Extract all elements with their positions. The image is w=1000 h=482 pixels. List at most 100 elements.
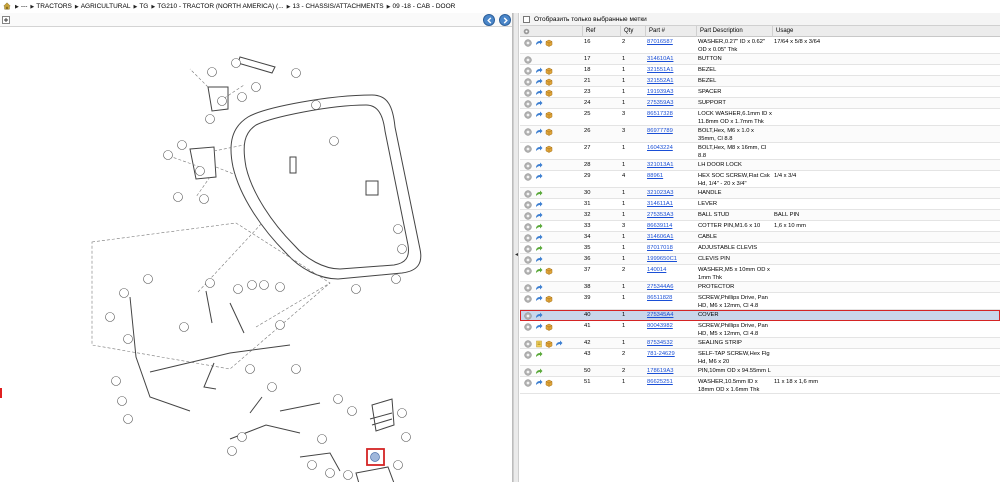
part-number-link[interactable]: 314610A1 [647, 56, 673, 64]
header-usage[interactable]: Usage [772, 26, 1000, 37]
info-icon[interactable] [524, 173, 532, 181]
info-icon[interactable] [524, 323, 532, 331]
part-number-link[interactable]: 16043224 [647, 145, 673, 153]
table-row[interactable]: 37 2 140014 WASHER,M5 x 10mm OD x 1mm Thk [520, 265, 1000, 282]
package-icon[interactable] [545, 78, 553, 86]
table-row[interactable]: 32 1 275353A3 BALL STUD BALL PIN [520, 210, 1000, 221]
table-row[interactable]: 30 1 321023A3 HANDLE [520, 188, 1000, 199]
part-number-link[interactable]: 1999650C1 [647, 256, 677, 264]
package-icon[interactable] [545, 67, 553, 75]
package-icon[interactable] [545, 111, 553, 119]
table-row[interactable]: 51 1 86625251 WASHER,10.5mm ID x 18mm OD x … [520, 377, 1000, 394]
replace-arrow-icon[interactable] [535, 190, 543, 198]
table-row[interactable]: 21 1 321552A1 BEZEL [520, 76, 1000, 87]
part-number-link[interactable]: 88961 [647, 173, 663, 181]
breadcrumb-item[interactable]: 09 -18 - CAB - DOOR [392, 3, 455, 10]
part-number-link[interactable]: 275344A6 [647, 284, 673, 292]
table-row[interactable]: 40 1 275345A4 COVER [520, 310, 1000, 321]
table-row[interactable]: 24 1 275359A3 SUPPORT [520, 98, 1000, 109]
part-number-link[interactable]: 321013A1 [647, 162, 673, 170]
part-number-link[interactable]: 275359A3 [647, 100, 673, 108]
replace-arrow-icon[interactable] [555, 340, 563, 348]
info-icon[interactable] [524, 212, 532, 220]
part-number-link[interactable]: 781-24629 [647, 351, 675, 359]
info-icon[interactable] [524, 56, 532, 64]
header-part-number[interactable]: Part # [645, 26, 696, 37]
part-number-link[interactable]: 86625251 [647, 379, 673, 387]
zoom-icon[interactable] [2, 16, 10, 24]
package-icon[interactable] [545, 295, 553, 303]
part-number-link[interactable]: 86511828 [647, 295, 672, 303]
part-number-link[interactable]: 191939A3 [647, 89, 673, 97]
replace-arrow-icon[interactable] [535, 111, 543, 119]
home-icon[interactable] [3, 2, 11, 10]
table-row[interactable]: 39 1 86511828 SCREW,Phillips Drive, Pan HD,… [520, 293, 1000, 310]
replace-arrow-icon[interactable] [535, 368, 543, 376]
replace-arrow-icon[interactable] [535, 223, 543, 231]
table-row[interactable]: 23 1 191939A3 SPACER [520, 87, 1000, 98]
table-row[interactable]: 27 1 16043224 BOLT,Hex, M8 x 16mm, Cl 8.8 [520, 143, 1000, 160]
breadcrumb-item[interactable]: --- [21, 3, 28, 10]
table-row[interactable]: 36 1 1999650C1 CLEVIS PIN [520, 254, 1000, 265]
part-number-link[interactable]: 314606A1 [647, 234, 673, 242]
info-icon[interactable] [524, 39, 532, 47]
part-number-link[interactable]: 87534532 [647, 340, 673, 348]
table-row[interactable]: 18 1 321551A1 BEZEL [520, 65, 1000, 76]
info-icon[interactable] [524, 67, 532, 75]
table-row[interactable]: 42 1 87534532 SEALING STRIP [520, 338, 1000, 349]
info-icon[interactable] [524, 190, 532, 198]
breadcrumb-item[interactable]: TRACTORS [36, 3, 72, 10]
note-icon[interactable] [535, 340, 543, 348]
header-ref[interactable]: Ref [582, 26, 620, 37]
part-number-link[interactable]: 86977789 [647, 128, 673, 136]
previous-diagram-button[interactable] [483, 14, 495, 26]
info-icon[interactable] [524, 100, 532, 108]
info-icon[interactable] [524, 256, 532, 264]
package-icon[interactable] [545, 89, 553, 97]
replace-arrow-icon[interactable] [535, 128, 543, 136]
info-icon[interactable] [524, 267, 532, 275]
part-number-link[interactable]: 178619A3 [647, 368, 673, 376]
package-icon[interactable] [545, 323, 553, 331]
replace-arrow-icon[interactable] [535, 323, 543, 331]
part-number-link[interactable]: 86639114 [647, 223, 672, 231]
table-row[interactable]: 16 2 87016587 WASHER,0.27" ID x 0.62" OD x … [520, 37, 1000, 54]
part-number-link[interactable]: 321023A3 [647, 190, 673, 198]
table-row[interactable]: 28 1 321013A1 LH DOOR LOCK [520, 160, 1000, 171]
info-icon[interactable] [524, 145, 532, 153]
package-icon[interactable] [545, 39, 553, 47]
replace-arrow-icon[interactable] [535, 256, 543, 264]
part-number-link[interactable]: 80043982 [647, 323, 673, 331]
part-number-link[interactable]: 275353A3 [647, 212, 673, 220]
pane-splitter[interactable]: ◂ [513, 13, 519, 482]
info-icon[interactable] [524, 379, 532, 387]
replace-arrow-icon[interactable] [535, 234, 543, 242]
replace-arrow-icon[interactable] [535, 78, 543, 86]
replace-arrow-icon[interactable] [535, 212, 543, 220]
part-number-link[interactable]: 87017018 [647, 245, 673, 253]
replace-arrow-icon[interactable] [535, 201, 543, 209]
breadcrumb-item[interactable]: TG [139, 3, 148, 10]
info-icon[interactable] [524, 245, 532, 253]
package-icon[interactable] [545, 379, 553, 387]
table-row[interactable]: 26 3 86977789 BOLT,Hex, M6 x 1.0 x 35mm, Cl… [520, 126, 1000, 143]
next-diagram-button[interactable] [499, 14, 511, 26]
replace-arrow-icon[interactable] [535, 351, 543, 359]
settings-icon[interactable] [523, 28, 530, 35]
table-row[interactable]: 33 3 86639114 COTTER PIN,M1.6 x 10 1,6 x 10 … [520, 221, 1000, 232]
table-row[interactable]: 43 2 781-24629 SELF-TAP SCREW,Hex Flg Hd, M… [520, 349, 1000, 366]
info-icon[interactable] [524, 223, 532, 231]
part-number-link[interactable]: 314611A1 [647, 201, 673, 209]
info-icon[interactable] [524, 111, 532, 119]
info-icon[interactable] [524, 351, 532, 359]
collapse-arrow-icon[interactable]: ◂ [514, 250, 519, 259]
part-number-link[interactable]: 140014 [647, 267, 666, 275]
replace-arrow-icon[interactable] [535, 312, 543, 320]
replace-arrow-icon[interactable] [535, 173, 543, 181]
part-number-link[interactable]: 86517328 [647, 111, 673, 119]
table-row[interactable]: 31 1 314611A1 LEVER [520, 199, 1000, 210]
package-icon[interactable] [545, 145, 553, 153]
replace-arrow-icon[interactable] [535, 245, 543, 253]
table-row[interactable]: 41 1 80043982 SCREW,Phillips Drive, Pan HD,… [520, 321, 1000, 338]
breadcrumb-item[interactable]: TG210 - TRACTOR (NORTH AMERICA) (... [157, 3, 283, 10]
